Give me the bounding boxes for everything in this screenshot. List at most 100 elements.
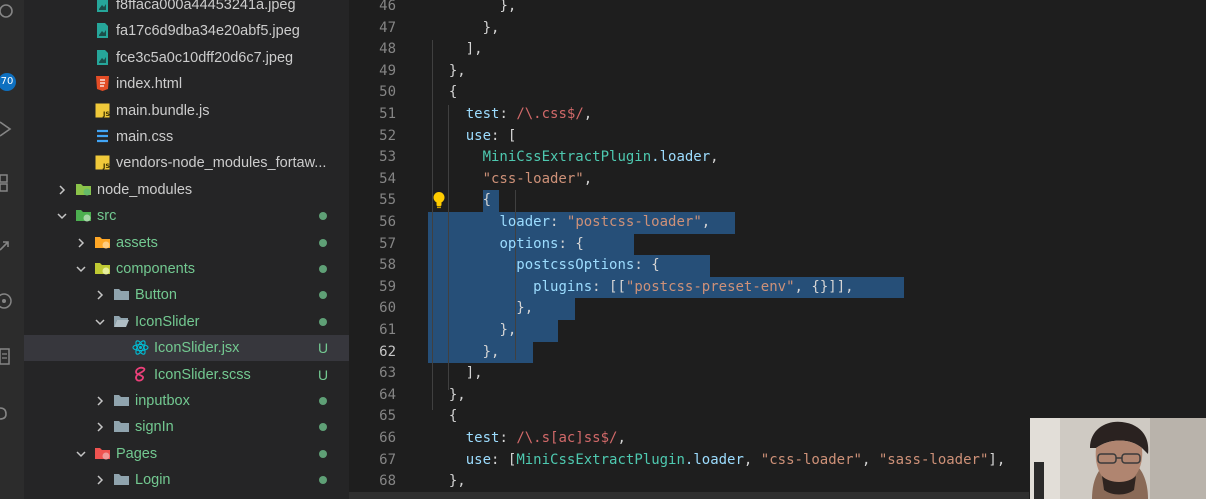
line-number: 57	[379, 235, 396, 252]
tree-item-label: IconSlider	[135, 313, 200, 330]
tree-file-row[interactable]: JS main.bundle.js	[24, 98, 349, 124]
tree-file-row[interactable]: IconSlider.scss U	[24, 362, 349, 388]
code-line[interactable]: 58 postcssOptions: {	[349, 255, 1206, 277]
folder-icon	[113, 418, 130, 435]
chevron-right-icon[interactable]	[75, 237, 87, 249]
folder-open-icon	[113, 313, 130, 330]
code-line[interactable]: 60 },	[349, 298, 1206, 320]
javascript-file-icon: JS	[94, 102, 111, 119]
tree-item-label: inputbox	[135, 393, 190, 409]
docker-icon[interactable]	[0, 404, 16, 422]
svg-text:JS: JS	[102, 162, 110, 170]
source-control-icon[interactable]	[0, 2, 16, 20]
code-line[interactable]: 46 },	[349, 0, 1206, 18]
git-modified-dot	[319, 291, 327, 300]
tree-file-row[interactable]: index.html	[24, 71, 349, 97]
code-line[interactable]: 64 },	[349, 385, 1206, 407]
line-number: 59	[379, 278, 396, 295]
git-modified-dot	[319, 476, 327, 485]
tree-file-row[interactable]: fce3c5a0c10dff20d6c7.jpeg	[24, 45, 349, 71]
notification-badge: 70	[0, 73, 16, 91]
tree-item-label: components	[116, 261, 195, 277]
tree-item-label: index.html	[116, 76, 183, 93]
extensions-icon[interactable]	[0, 174, 16, 192]
testing-icon[interactable]	[0, 348, 16, 366]
code-line[interactable]: 55 {	[349, 190, 1206, 212]
chevron-down-icon[interactable]	[75, 263, 87, 275]
tree-file-row[interactable]: fa17c6d9dba34e20abf5.jpeg	[24, 18, 349, 44]
tree-file-row[interactable]: f8ffaca000a44453241a.jpeg	[24, 0, 349, 18]
line-number: 62	[379, 343, 396, 360]
image-file-icon	[94, 0, 111, 13]
chevron-right-icon[interactable]	[94, 474, 106, 486]
code-line[interactable]: 57 options: {	[349, 234, 1206, 256]
line-number: 47	[379, 19, 396, 36]
tree-file-row[interactable]: JS vendors-node_modules_fortaw...	[24, 150, 349, 176]
folder-icon	[113, 286, 130, 303]
code-text: ],	[465, 365, 483, 382]
line-number: 65	[379, 408, 396, 425]
code-line[interactable]: 52 use: [	[349, 126, 1206, 148]
code-line[interactable]: 59 plugins: [["postcss-preset-env", {}]]…	[349, 277, 1206, 299]
chevron-right-icon[interactable]	[94, 289, 106, 301]
line-number: 56	[379, 214, 396, 230]
tree-folder-row[interactable]: node_modules	[24, 177, 349, 203]
code-text: },	[482, 343, 500, 360]
code-line[interactable]: 48 ],	[349, 39, 1206, 61]
code-text: },	[448, 473, 466, 490]
tree-folder-row[interactable]: components	[24, 256, 349, 282]
code-line[interactable]: 51 test: /\.css$/,	[349, 104, 1206, 126]
horizontal-scrollbar[interactable]	[349, 492, 1029, 499]
code-text: use: [	[465, 127, 517, 144]
tree-file-row[interactable]: main.css	[24, 124, 349, 150]
lightbulb-icon[interactable]	[432, 191, 446, 209]
image-file-icon	[94, 22, 111, 39]
chevron-down-icon[interactable]	[56, 210, 68, 222]
chevron-right-icon[interactable]	[94, 395, 106, 407]
code-line[interactable]: 53 MiniCssExtractPlugin.loader,	[349, 147, 1206, 169]
remote-icon[interactable]	[0, 238, 16, 256]
chevron-down-icon[interactable]	[75, 448, 87, 460]
code-line[interactable]: 63 ],	[349, 363, 1206, 385]
chevron-down-icon[interactable]	[94, 316, 106, 328]
code-text: "css-loader",	[482, 170, 593, 187]
tree-item-label: vendors-node_modules_fortaw...	[116, 155, 327, 172]
line-number: 53	[379, 149, 396, 166]
tree-folder-row[interactable]: assets	[24, 230, 349, 256]
explorer-tree: f8ffaca000a44453241a.jpeg fa17c6d9dba34e2…	[24, 0, 349, 499]
tree-item-label: main.css	[116, 129, 174, 145]
git-modified-dot	[319, 423, 327, 432]
line-number: 67	[379, 451, 396, 468]
tree-folder-row[interactable]: Login	[24, 467, 349, 493]
accounts-icon[interactable]	[0, 292, 16, 310]
code-line[interactable]: 50 {	[349, 82, 1206, 104]
tree-folder-row[interactable]: src	[24, 203, 349, 229]
chevron-right-icon[interactable]	[56, 184, 68, 196]
git-status-badge: U	[318, 366, 329, 383]
code-line[interactable]: 62 },	[349, 342, 1206, 364]
tree-folder-row[interactable]: IconSlider	[24, 309, 349, 335]
tree-folder-row[interactable]: Button	[24, 282, 349, 308]
line-number: 50	[379, 84, 396, 101]
activity-bar: 70	[0, 0, 24, 499]
tree-file-row[interactable]: IconSlider.jsx U	[24, 335, 349, 362]
code-line[interactable]: 54 "css-loader",	[349, 169, 1206, 191]
code-line[interactable]: 56 loader: "postcss-loader",	[349, 212, 1206, 234]
code-text: MiniCssExtractPlugin.loader,	[482, 149, 719, 166]
code-text: },	[499, 0, 517, 14]
tree-folder-row[interactable]: signIn	[24, 414, 349, 440]
code-line[interactable]: 47 },	[349, 18, 1206, 40]
line-number: 66	[379, 430, 396, 446]
run-debug-icon[interactable]	[0, 120, 16, 138]
code-text: test: /\.css$/,	[465, 106, 593, 122]
tree-folder-row[interactable]: Pages	[24, 441, 349, 467]
chevron-right-icon[interactable]	[94, 421, 106, 433]
line-number: 46	[379, 0, 396, 14]
tree-item-label: Login	[135, 472, 171, 489]
tree-folder-row[interactable]: inputbox	[24, 388, 349, 414]
code-text: ],	[465, 41, 483, 58]
tree-item-label: f8ffaca000a44453241a.jpeg	[116, 0, 296, 13]
code-line[interactable]: 61 },	[349, 320, 1206, 342]
code-line[interactable]: 49 },	[349, 61, 1206, 83]
code-text: {	[448, 84, 458, 101]
